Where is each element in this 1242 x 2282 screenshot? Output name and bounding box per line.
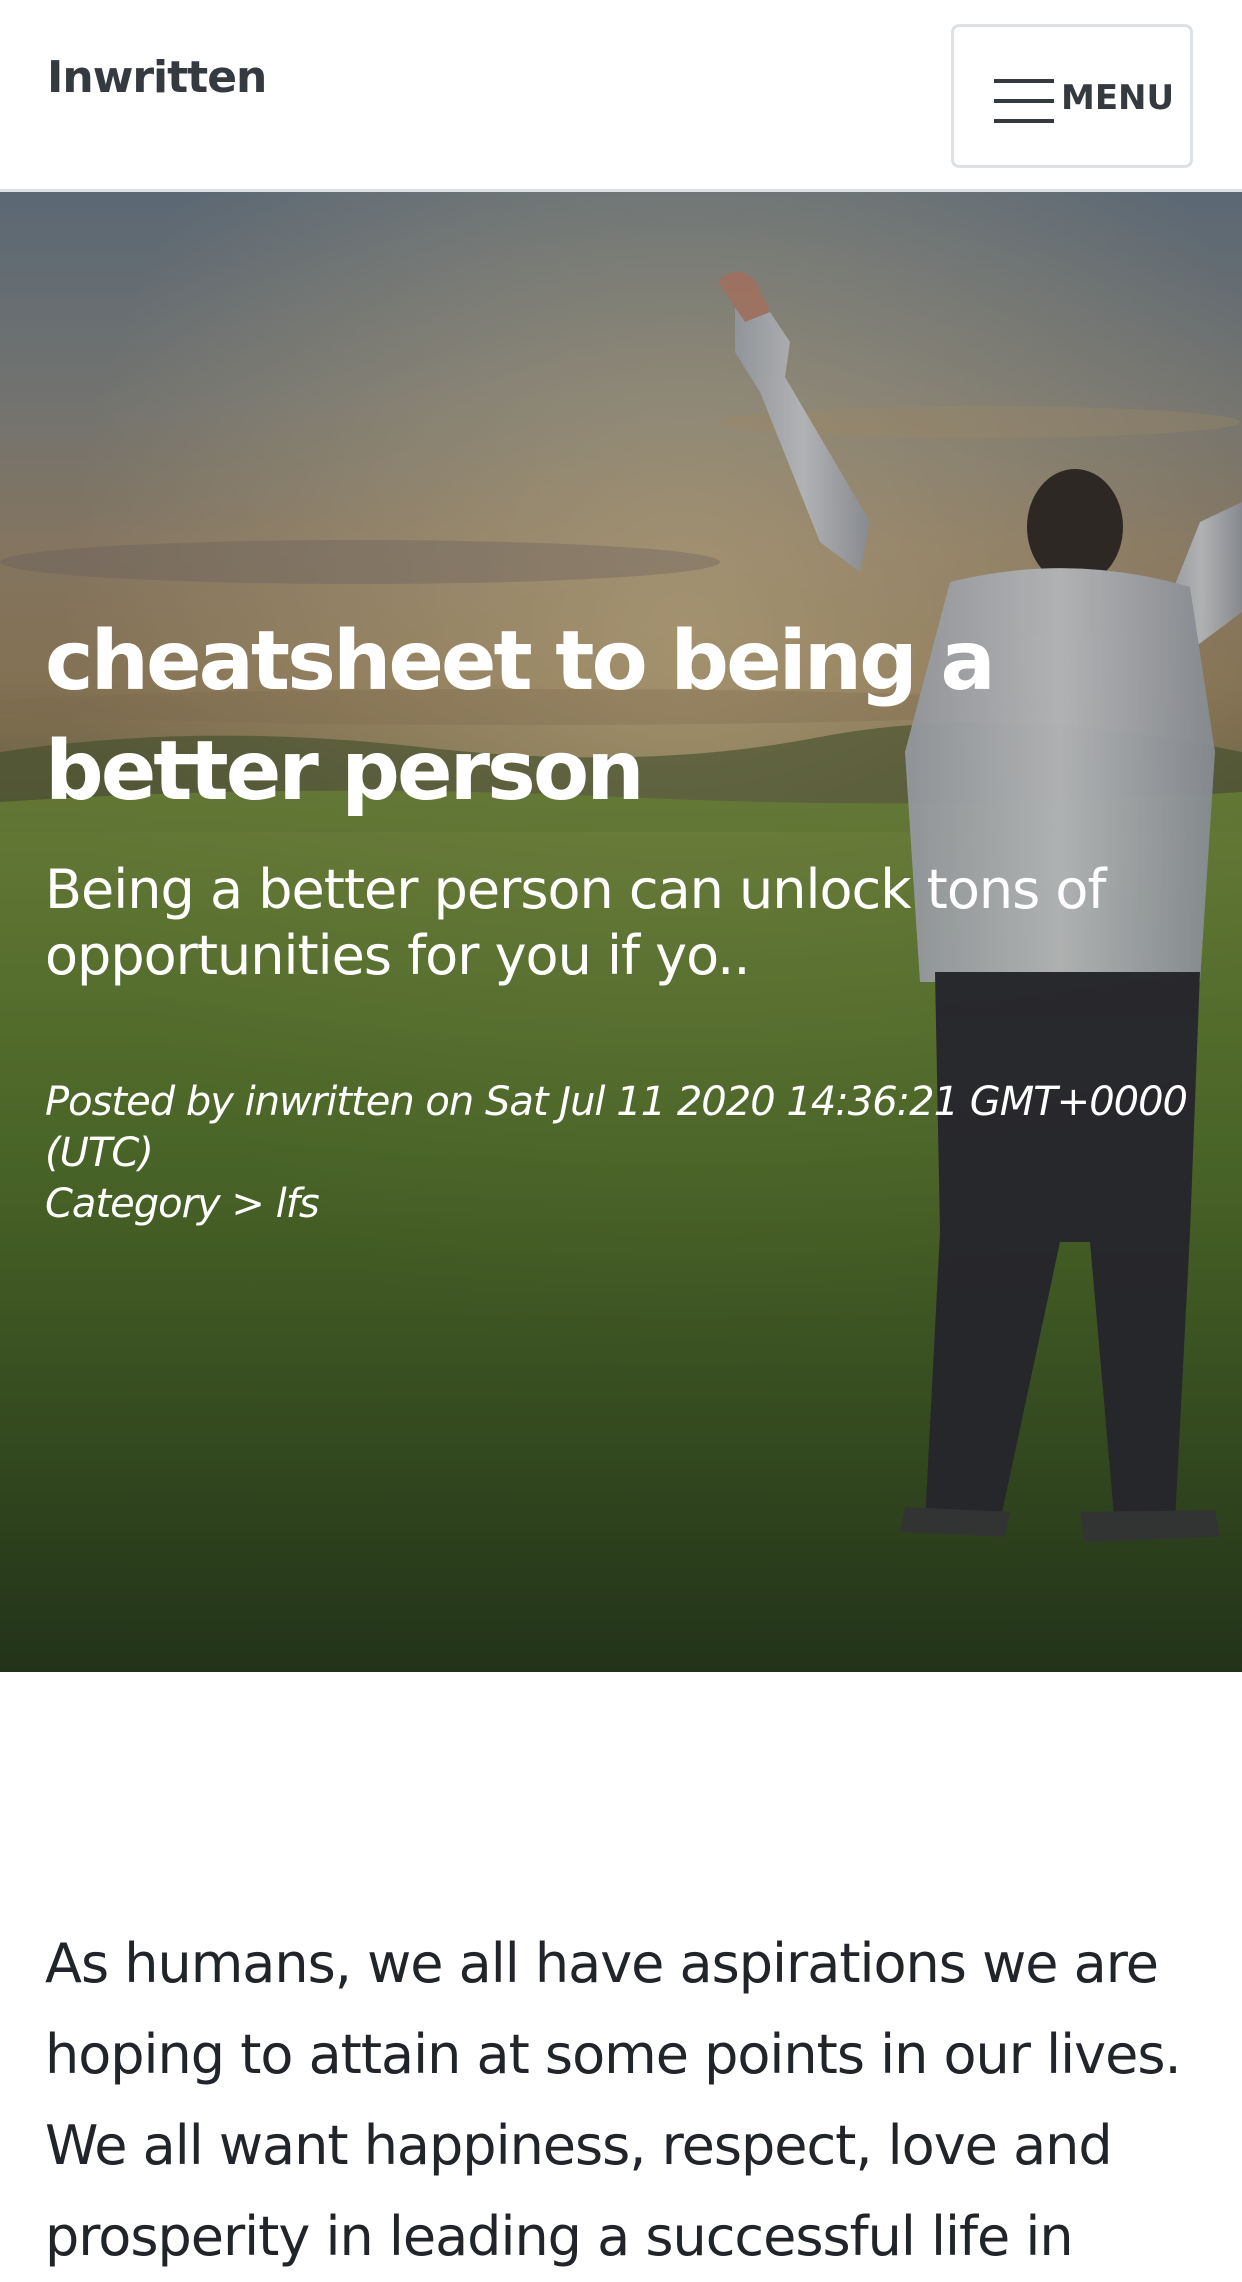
post-title: cheatsheet to being a better person [45,614,996,819]
post-header: cheatsheet to being a better person Bein… [0,192,1242,1672]
on-label: on [425,1079,474,1125]
post-paragraph: As humans, we all have aspirations we ar… [45,1932,1182,2268]
post-heading: cheatsheet to being a better person Bein… [45,607,1195,1230]
hamburger-icon [994,79,1054,123]
category-label: Category > [45,1181,265,1227]
menu-toggle-button[interactable]: MENU [951,24,1193,168]
menu-label: MENU [1061,78,1175,118]
brand-link[interactable]: Inwritten [47,56,267,100]
category-link[interactable]: lfs [276,1181,320,1227]
post-content: As humans, we all have aspirations we ar… [45,1918,1195,2282]
posted-by-label: Posted by [45,1079,234,1125]
author-link[interactable]: inwritten [245,1079,415,1125]
post-subtitle: Being a better person can unlock tons of… [45,858,1106,987]
navbar: Inwritten MENU [0,0,1242,192]
post-meta: Posted by inwritten on Sat Jul 11 2020 1… [45,1077,1195,1230]
